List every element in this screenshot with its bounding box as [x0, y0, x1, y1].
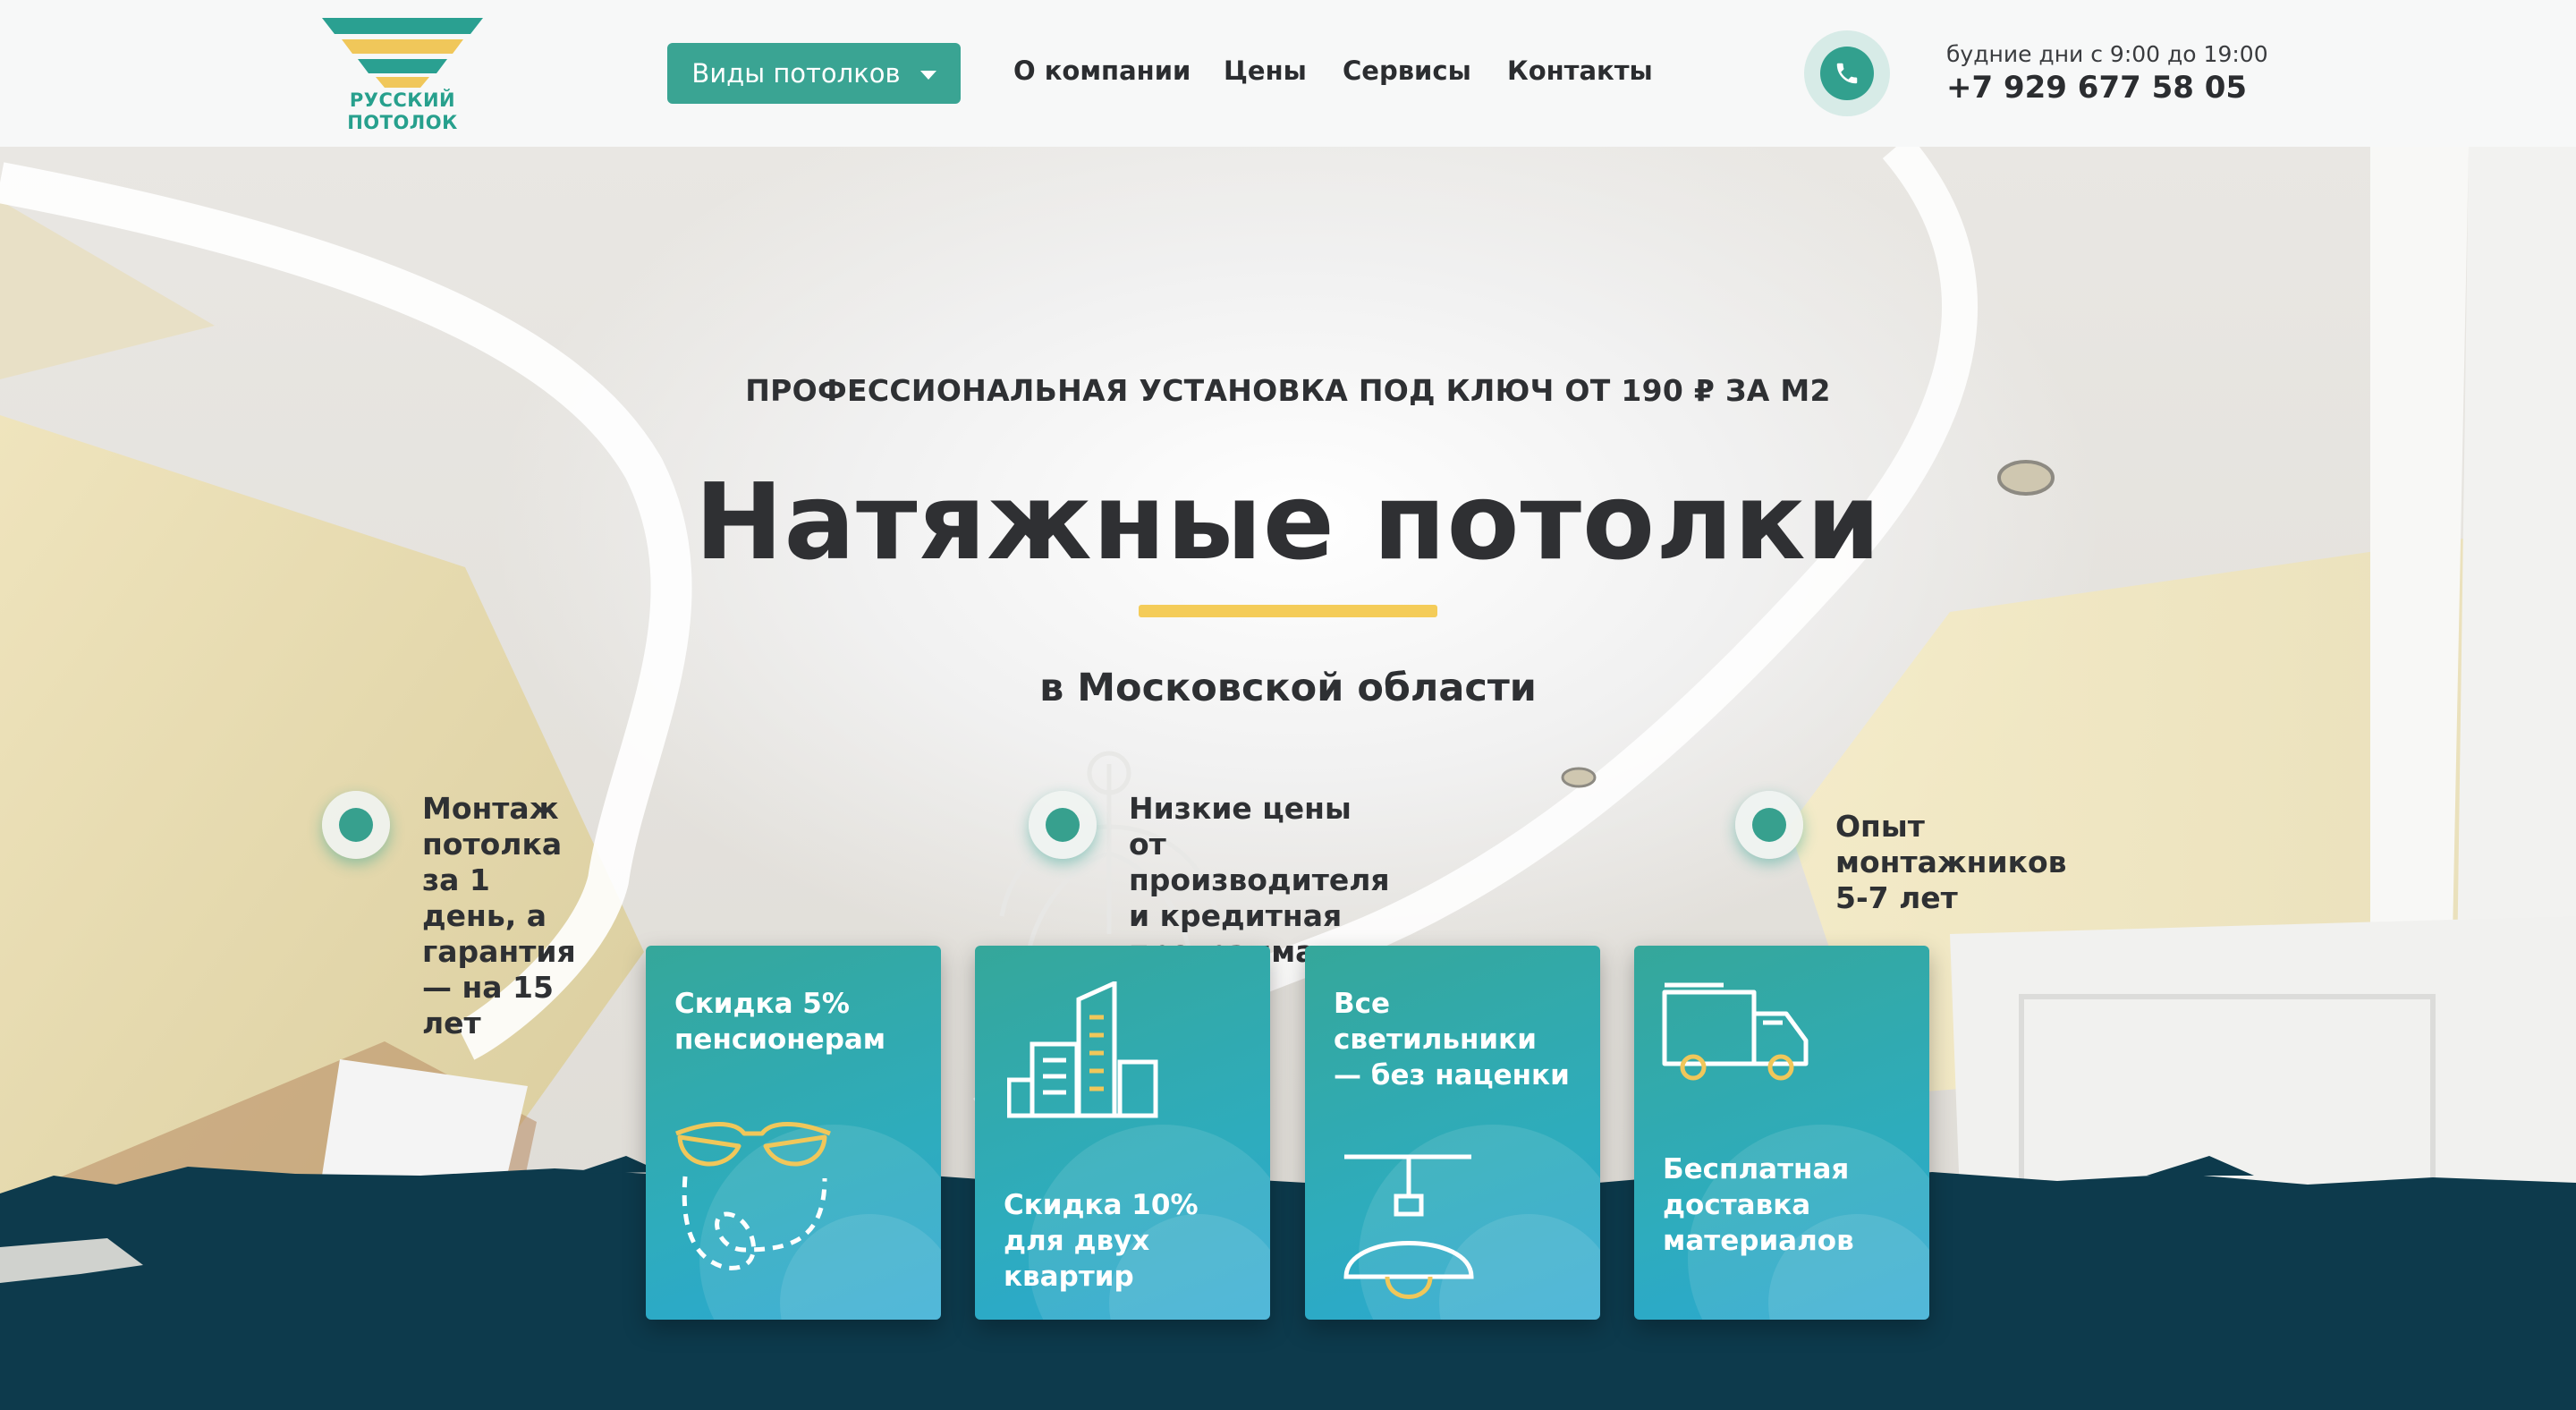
hero-section: ПРОФЕССИОНАЛЬНАЯ УСТАНОВКА ПОД КЛЮЧ ОТ 1… [0, 147, 2576, 1410]
bullet-icon [322, 791, 390, 859]
card-line: — без наценки [1334, 1059, 1570, 1091]
hero-subtitle: в Московской области [1039, 666, 1537, 710]
hero-content: ПРОФЕССИОНАЛЬНАЯ УСТАНОВКА ПОД КЛЮЧ ОТ 1… [0, 147, 2576, 1410]
logo-line-2: ПОТОЛОК [347, 112, 458, 133]
title-underline [1139, 605, 1437, 617]
call-button[interactable] [1804, 30, 1890, 116]
logo-mark-icon [322, 18, 483, 88]
card-line: Бесплатная [1663, 1153, 1850, 1185]
ceiling-types-dropdown[interactable]: Виды потолков [667, 43, 961, 104]
card-pensioner-discount[interactable]: Скидка 5% пенсионерам [646, 946, 941, 1320]
working-hours: будние дни с 9:00 до 19:00 [1946, 41, 2268, 67]
glasses-icon [675, 1122, 831, 1270]
card-text: Все светильники — без наценки [1334, 986, 1570, 1093]
card-line: квартир [1004, 1261, 1134, 1293]
feature-text: Монтаж потолка за 1 день, а гарантия — н… [422, 791, 576, 1041]
feature-line: Монтаж потолка за 1 день, а [422, 791, 563, 933]
hero-eyebrow: ПРОФЕССИОНАЛЬНАЯ УСТАНОВКА ПОД КЛЮЧ ОТ 1… [745, 373, 1831, 408]
lamp-icon [1343, 1154, 1474, 1299]
nav-prices[interactable]: Цены [1224, 55, 1307, 86]
card-text: Бесплатная доставка материалов [1663, 1151, 1854, 1259]
phone-icon [1820, 47, 1874, 100]
bullet-icon [1029, 791, 1097, 859]
site-header: РУССКИЙ ПОТОЛОК Виды потолков О компании… [0, 0, 2576, 147]
chevron-down-icon [919, 71, 936, 80]
feature-text: Низкие цены от производителя и кредитная… [1129, 791, 1390, 970]
card-line: Скидка 5% [674, 988, 850, 1020]
card-lamps-no-markup[interactable]: Все светильники — без наценки [1305, 946, 1600, 1320]
hero-title: Натяжные потолки [694, 460, 1882, 583]
card-free-delivery[interactable]: Бесплатная доставка материалов [1634, 946, 1929, 1320]
card-line: светильники [1334, 1024, 1537, 1056]
card-text: Скидка 10% для двух квартир [1004, 1187, 1199, 1295]
card-line: Скидка 10% [1004, 1189, 1199, 1221]
nav-about[interactable]: О компании [1013, 55, 1191, 86]
feature-text: Опыт монтажников 5-7 лет [1835, 809, 2067, 916]
dropdown-label: Виды потолков [691, 58, 901, 89]
truck-icon [1662, 982, 1809, 1081]
card-line: доставка [1663, 1189, 1811, 1221]
logo[interactable]: РУССКИЙ ПОТОЛОК [322, 16, 483, 138]
logo-text: РУССКИЙ ПОТОЛОК [322, 89, 483, 134]
card-two-flats-discount[interactable]: Скидка 10% для двух квартир [975, 946, 1270, 1320]
card-line: Все [1334, 988, 1391, 1020]
card-line: для двух [1004, 1225, 1150, 1257]
logo-line-1: РУССКИЙ [349, 89, 456, 111]
card-line: пенсионерам [674, 1024, 886, 1056]
card-line: материалов [1663, 1225, 1854, 1257]
phone-number[interactable]: +7 929 677 58 05 [1946, 70, 2247, 106]
feature-line: Опыт монтажников 5-7 лет [1835, 809, 2067, 915]
card-text: Скидка 5% пенсионерам [674, 986, 886, 1058]
bullet-icon [1735, 791, 1803, 859]
feature-line: Низкие цены от производителя [1129, 791, 1390, 897]
feature-line: гарантия — на 15 лет [422, 934, 576, 1041]
buildings-icon [1007, 981, 1158, 1118]
nav-services[interactable]: Сервисы [1343, 55, 1471, 86]
nav-contacts[interactable]: Контакты [1507, 55, 1653, 86]
